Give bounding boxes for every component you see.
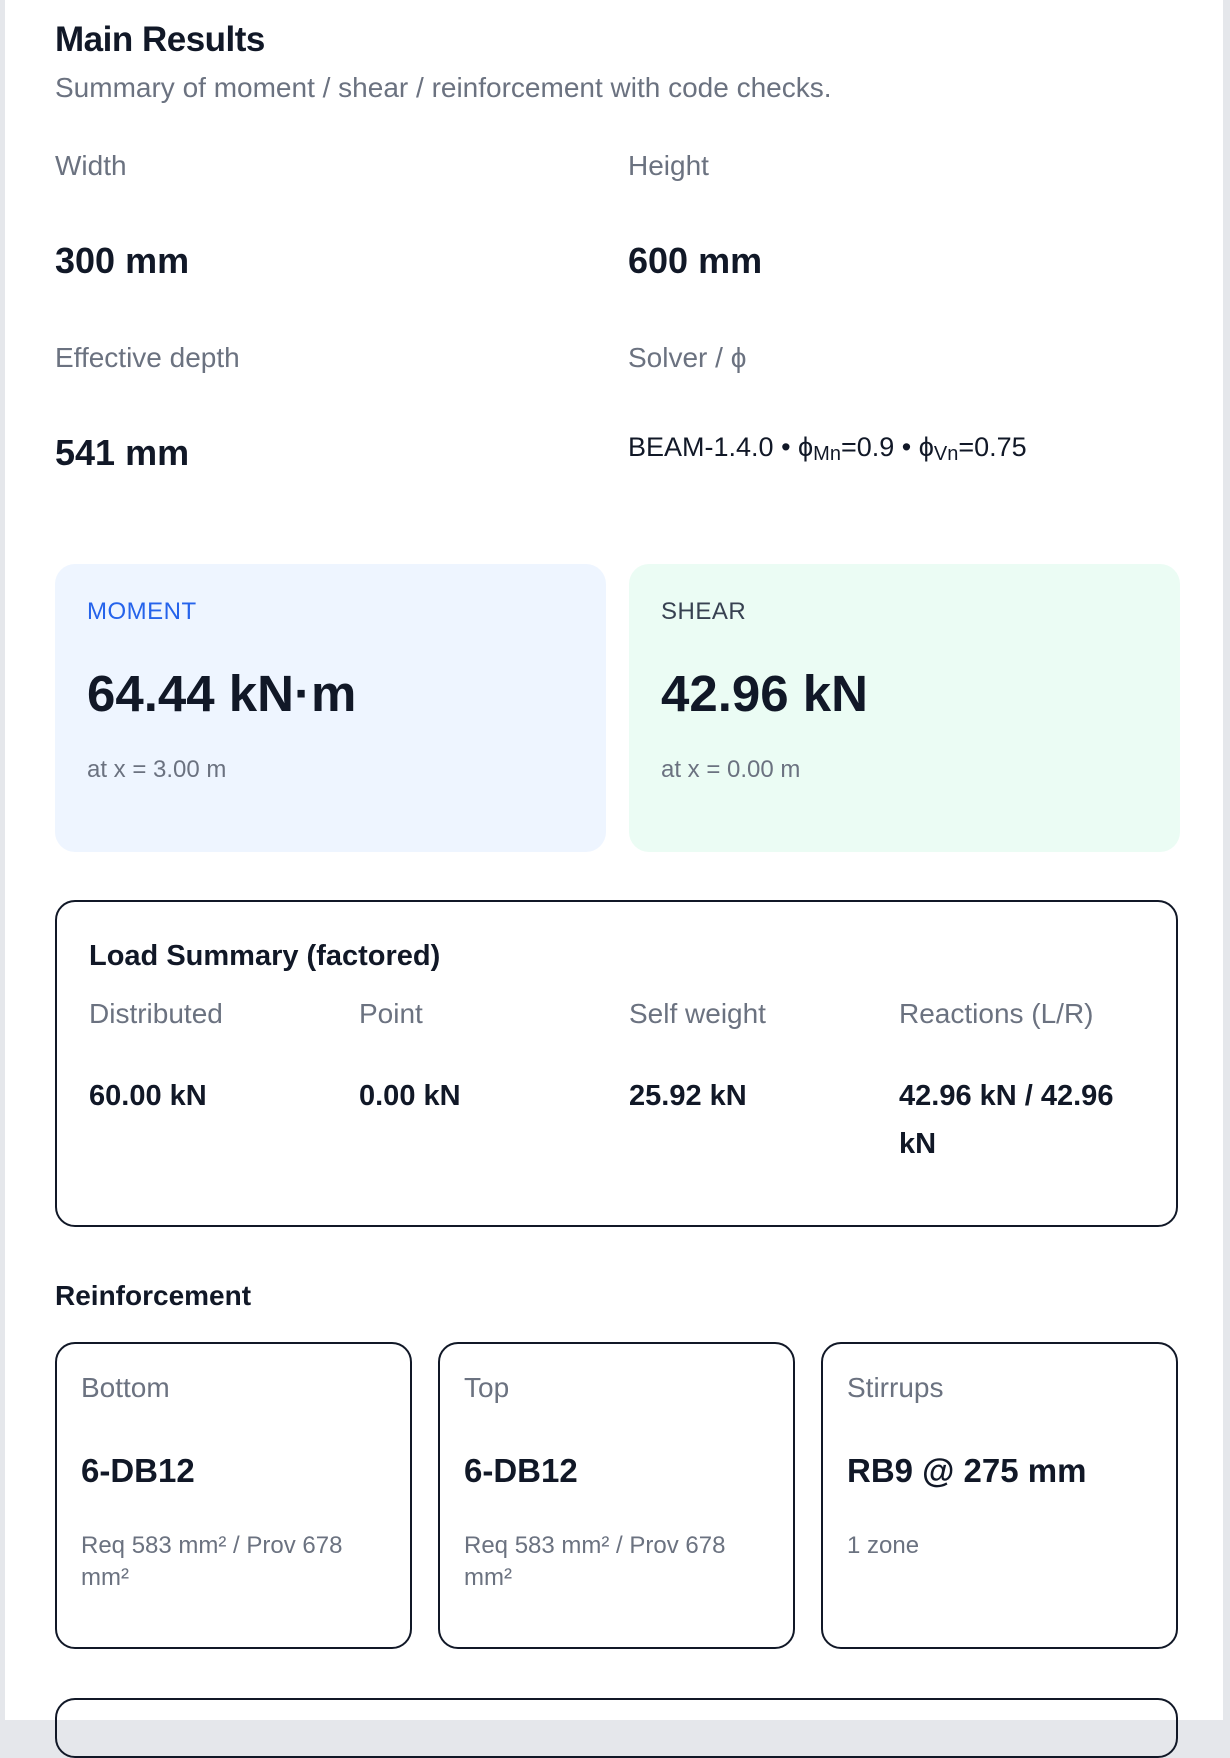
shear-card: SHEAR 42.96 kN at x = 0.00 m [629, 564, 1180, 852]
load-self-weight-value: 25.92 kN [629, 1080, 747, 1112]
solver-name: BEAM-1.4.0 [628, 432, 774, 462]
rebar-bottom-label: Bottom [81, 1372, 170, 1403]
load-point-label: Point [359, 998, 423, 1029]
phi-mn-symbol: ϕ [798, 432, 814, 462]
effective-depth-value: 541 mm [55, 432, 190, 473]
load-reactions-value: 42.96 kN / 42.96 kN [899, 1080, 1114, 1160]
effective-depth-label: Effective depth [55, 342, 240, 373]
load-reactions-label: Reactions (L/R) [899, 998, 1094, 1029]
rebar-card-bottom: Bottom 6-DB12 Req 583 mm² / Prov 678 mm² [55, 1342, 412, 1649]
moment-location: at x = 3.00 m [87, 756, 227, 783]
load-point: Point 0.00 kN [359, 998, 609, 1120]
phi-mn-subscript: Mn [813, 443, 841, 465]
phi-mn-value: =0.9 [840, 432, 895, 462]
load-distributed: Distributed 60.00 kN [89, 998, 339, 1120]
phi-vn-subscript: Vn [933, 443, 959, 465]
moment-kicker: MOMENT [87, 598, 197, 625]
rebar-card-top: Top 6-DB12 Req 583 mm² / Prov 678 mm² [438, 1342, 795, 1649]
load-self-weight: Self weight 25.92 kN [629, 998, 879, 1120]
phi-vn-value: =0.75 [958, 432, 1027, 462]
rebar-top-note: Req 583 mm² / Prov 678 mm² [464, 1532, 726, 1591]
shear-kicker: SHEAR [661, 598, 747, 625]
solver-separator: • [781, 432, 791, 462]
height-value: 600 mm [628, 240, 763, 281]
load-summary-card: Load Summary (factored) Distributed 60.0… [55, 900, 1178, 1227]
page-subtitle: Summary of moment / shear / reinforcemen… [55, 72, 832, 103]
solver-label: Solver / ϕ [628, 342, 747, 373]
rebar-top-label: Top [464, 1372, 510, 1403]
moment-card: MOMENT 64.44 kN·m at x = 3.00 m [55, 564, 606, 852]
reinforcement-title: Reinforcement [55, 1280, 252, 1311]
load-distributed-value: 60.00 kN [89, 1080, 207, 1112]
height-label: Height [628, 150, 709, 181]
solver-separator: • [901, 432, 912, 462]
rebar-stirrups-note: 1 zone [847, 1532, 920, 1559]
rebar-bottom-note: Req 583 mm² / Prov 678 mm² [81, 1532, 343, 1591]
rebar-top-value: 6-DB12 [464, 1452, 578, 1489]
moment-value: 64.44 kN·m [87, 665, 357, 722]
rebar-stirrups-value: RB9 @ 275 mm [847, 1452, 1087, 1489]
load-reactions: Reactions (L/R) 42.96 kN / 42.96 kN [899, 998, 1149, 1168]
rebar-stirrups-label: Stirrups [847, 1372, 944, 1403]
rebar-card-stirrups: Stirrups RB9 @ 275 mm 1 zone [821, 1342, 1178, 1649]
solver-value: BEAM-1.4.0 • ϕMn=0.9 • ϕVn=0.75 [628, 432, 1027, 465]
rebar-bottom-value: 6-DB12 [81, 1452, 195, 1489]
load-distributed-label: Distributed [89, 998, 223, 1029]
load-summary-title: Load Summary (factored) [89, 940, 441, 972]
load-point-value: 0.00 kN [359, 1080, 461, 1112]
next-section-card [55, 1698, 1178, 1758]
width-value: 300 mm [55, 240, 190, 281]
results-page: Main Results Summary of moment / shear /… [5, 0, 1223, 1758]
load-self-weight-label: Self weight [629, 998, 766, 1029]
width-label: Width [55, 150, 127, 181]
shear-value: 42.96 kN [661, 665, 868, 722]
page-title: Main Results [55, 20, 265, 59]
shear-location: at x = 0.00 m [661, 756, 801, 783]
phi-vn-symbol: ϕ [918, 432, 934, 462]
